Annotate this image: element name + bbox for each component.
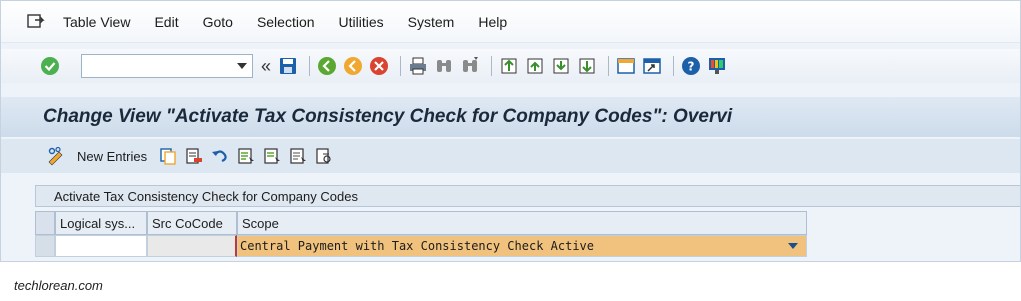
table-area: Activate Tax Consistency Check for Compa…: [1, 177, 1020, 261]
exit-icon[interactable]: [342, 55, 364, 77]
delete-icon[interactable]: [183, 145, 205, 167]
print-icon[interactable]: [407, 55, 429, 77]
command-input[interactable]: [82, 56, 232, 76]
display-change-icon[interactable]: [45, 145, 67, 167]
sap-window: Table View Edit Goto Selection Utilities…: [0, 0, 1021, 262]
save-icon[interactable]: [277, 55, 299, 77]
scope-value: Central Payment with Tax Consistency Che…: [240, 239, 595, 253]
menu-table-view[interactable]: Table View: [63, 14, 130, 30]
toolbar-separator: [400, 56, 402, 76]
toolbar-separator: [673, 56, 675, 76]
standard-toolbar: « ?: [1, 49, 1020, 83]
column-header-src-cocode[interactable]: Src CoCode: [147, 211, 237, 235]
chevron-down-icon[interactable]: [788, 243, 798, 249]
menu-edit[interactable]: Edit: [154, 14, 178, 30]
logical-system-cell[interactable]: [55, 235, 147, 257]
page-title: Change View "Activate Tax Consistency Ch…: [43, 106, 733, 127]
new-session-icon[interactable]: [615, 55, 637, 77]
customize-layout-icon[interactable]: [706, 55, 728, 77]
application-toolbar: New Entries: [1, 139, 1020, 173]
select-block-icon[interactable]: [261, 145, 283, 167]
scope-dropdown[interactable]: Central Payment with Tax Consistency Che…: [237, 235, 807, 257]
toolbar-separator: [491, 56, 493, 76]
deselect-all-icon[interactable]: [287, 145, 309, 167]
menu-system[interactable]: System: [408, 14, 455, 30]
watermark-caption: techlorean.com: [14, 278, 103, 293]
svg-text:?: ?: [688, 60, 695, 74]
toolbar-separator: [608, 56, 610, 76]
next-page-icon[interactable]: [550, 55, 572, 77]
find-next-icon[interactable]: [459, 55, 481, 77]
row-selector[interactable]: [35, 235, 55, 257]
table-header: Logical sys... Src CoCode Scope: [35, 211, 807, 235]
menu-help[interactable]: Help: [478, 14, 507, 30]
menu-selection[interactable]: Selection: [257, 14, 315, 30]
new-entries-button[interactable]: New Entries: [77, 149, 147, 164]
previous-page-icon[interactable]: [524, 55, 546, 77]
title-band: Change View "Activate Tax Consistency Ch…: [1, 97, 1020, 137]
cancel-icon[interactable]: [368, 55, 390, 77]
copy-as-icon[interactable]: [157, 145, 179, 167]
last-page-icon[interactable]: [576, 55, 598, 77]
menu-bar: Table View Edit Goto Selection Utilities…: [1, 1, 1020, 43]
src-cocode-cell[interactable]: [147, 235, 237, 257]
column-header-scope[interactable]: Scope: [237, 211, 807, 235]
command-field[interactable]: [81, 54, 253, 78]
double-chevron-left-icon[interactable]: «: [261, 56, 271, 77]
table-row: Central Payment with Tax Consistency Che…: [35, 235, 807, 257]
select-all-icon[interactable]: [235, 145, 257, 167]
undo-icon[interactable]: [209, 145, 231, 167]
toolbar-separator: [309, 56, 311, 76]
first-page-icon[interactable]: [498, 55, 520, 77]
chevron-down-icon[interactable]: [234, 57, 250, 75]
table-title: Activate Tax Consistency Check for Compa…: [35, 185, 1020, 207]
select-all-column-button[interactable]: [35, 211, 55, 235]
enter-check-icon[interactable]: [39, 55, 61, 77]
menu-goto[interactable]: Goto: [203, 14, 233, 30]
help-icon[interactable]: ?: [680, 55, 702, 77]
menu-utilities[interactable]: Utilities: [339, 14, 384, 30]
column-header-logical-system[interactable]: Logical sys...: [55, 211, 147, 235]
system-menu-icon[interactable]: [25, 13, 47, 31]
back-icon[interactable]: [316, 55, 338, 77]
screenshot: Table View Edit Goto Selection Utilities…: [0, 0, 1021, 301]
find-icon[interactable]: [433, 55, 455, 77]
field-details-icon[interactable]: [313, 145, 335, 167]
shortcut-icon[interactable]: [641, 55, 663, 77]
